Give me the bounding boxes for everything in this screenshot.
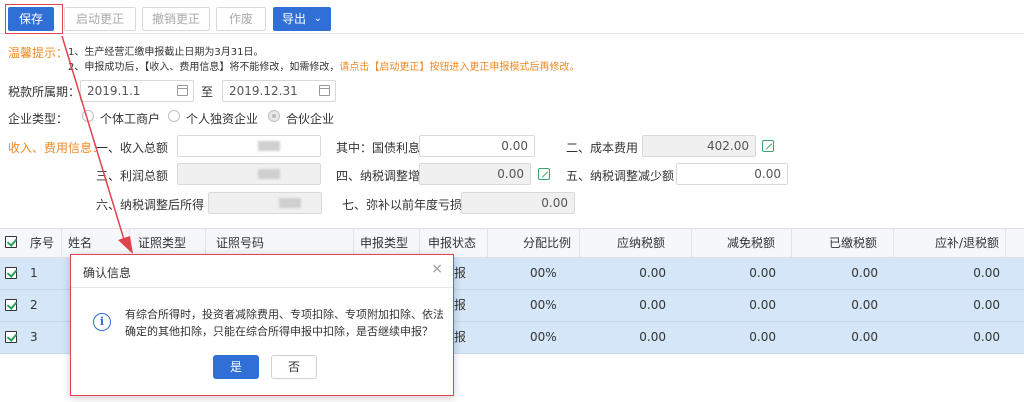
row-paid: 0.00 bbox=[851, 330, 878, 344]
period-start-value: 2019.1.1 bbox=[87, 84, 141, 98]
confirm-dialog: 确认信息 × i 有综合所得时，投资者减除费用、专项扣除、专项附加扣除、依法确定… bbox=[70, 254, 454, 396]
col-header[interactable]: 已缴税额 bbox=[792, 229, 894, 257]
tax-adj-decrease-label: 五、纳税调整减少额 bbox=[566, 169, 675, 183]
total-profit-input bbox=[177, 163, 321, 185]
cost-input: 402.00 bbox=[642, 135, 756, 157]
row-reduction: 0.00 bbox=[749, 298, 776, 312]
col-header[interactable]: 分配比例 bbox=[488, 229, 580, 257]
row-tax-due: 0.00 bbox=[639, 330, 666, 344]
dialog-message: 有综合所得时，投资者减除费用、专项扣除、专项附加扣除、依法确定的其他扣除，只能在… bbox=[125, 308, 444, 338]
row-number: 2 bbox=[30, 298, 38, 312]
chevron-down-icon: ⌄ bbox=[313, 13, 322, 24]
redacted-value bbox=[258, 169, 280, 179]
start-correction-button[interactable]: 启动更正 bbox=[64, 7, 136, 31]
redacted-value bbox=[279, 198, 301, 208]
prior-loss-label: 七、弥补以前年度亏损 bbox=[342, 198, 463, 212]
row-ratio: 00% bbox=[530, 330, 557, 344]
row-paid: 0.00 bbox=[851, 266, 878, 280]
radio-individual-business[interactable] bbox=[82, 110, 94, 122]
edit-icon[interactable] bbox=[538, 168, 550, 180]
edit-icon[interactable] bbox=[762, 140, 774, 152]
tax-adj-increase-input: 0.00 bbox=[419, 163, 531, 185]
cancel-correction-button[interactable]: 撤销更正 bbox=[142, 7, 210, 31]
row-refund: 0.00 bbox=[973, 298, 1000, 312]
yes-button[interactable]: 是 bbox=[213, 355, 259, 379]
calendar-icon[interactable] bbox=[319, 85, 330, 96]
calendar-icon[interactable] bbox=[177, 85, 188, 96]
col-header[interactable]: 序号 bbox=[24, 229, 62, 257]
income-after-adj-label: 六、纳税调整后所得 bbox=[96, 198, 205, 212]
period-to-label: 至 bbox=[201, 85, 214, 99]
dialog-divider bbox=[71, 287, 453, 288]
row-tax-due: 0.00 bbox=[639, 266, 666, 280]
cost-label: 二、成本费用 bbox=[566, 141, 639, 155]
notice-line-2: 2、申报成功后，【收入、费用信息】将不能修改，如需修改，请点击【启动更正】按钮进… bbox=[68, 58, 579, 73]
row-reduction: 0.00 bbox=[749, 266, 776, 280]
row-checkbox[interactable] bbox=[5, 299, 17, 311]
save-button-highlight bbox=[5, 4, 63, 34]
col-header[interactable]: 应补/退税额 bbox=[894, 229, 1006, 257]
close-icon[interactable]: × bbox=[431, 261, 443, 277]
void-button[interactable]: 作废 bbox=[216, 7, 266, 31]
period-end-input[interactable]: 2019.12.31 bbox=[222, 80, 336, 102]
total-profit-label: 三、利润总额 bbox=[96, 169, 169, 183]
row-number: 3 bbox=[30, 330, 38, 344]
row-reduction: 0.00 bbox=[749, 330, 776, 344]
col-header[interactable]: 应纳税额 bbox=[580, 229, 692, 257]
col-header[interactable]: 减免税额 bbox=[692, 229, 792, 257]
info-icon: i bbox=[93, 313, 111, 331]
notice-line-1: 1、生产经营汇缴申报截止日期为3月31日。 bbox=[68, 47, 264, 58]
row-status: 报 bbox=[454, 298, 467, 312]
row-ratio: 00% bbox=[530, 266, 557, 280]
col-header[interactable]: 证照号码 bbox=[206, 229, 354, 257]
radio-label-sole-proprietorship: 个人独资企业 bbox=[186, 112, 259, 126]
income-after-adj-input bbox=[208, 192, 322, 214]
period-label: 税款所属期： bbox=[8, 85, 81, 99]
row-ratio: 00% bbox=[530, 298, 557, 312]
toolbar: 保存 启动更正 撤销更正 作废 导出 ⌄ bbox=[0, 0, 1024, 34]
col-header[interactable]: 证照类型 bbox=[130, 229, 206, 257]
prior-loss-input: 0.00 bbox=[461, 192, 575, 214]
radio-label-individual-business: 个体工商户 bbox=[100, 112, 161, 126]
row-refund: 0.00 bbox=[973, 330, 1000, 344]
dialog-title: 确认信息 bbox=[83, 266, 132, 280]
row-status: 报 bbox=[454, 330, 467, 344]
period-end-value: 2019.12.31 bbox=[229, 84, 298, 98]
row-paid: 0.00 bbox=[851, 298, 878, 312]
row-checkbox[interactable] bbox=[5, 331, 17, 343]
income-section-label: 收入、费用信息： bbox=[8, 141, 105, 155]
row-refund: 0.00 bbox=[973, 266, 1000, 280]
enterprise-type-label: 企业类型： bbox=[8, 112, 69, 126]
row-number: 1 bbox=[30, 266, 38, 280]
treasury-interest-input[interactable]: 0.00 bbox=[419, 135, 535, 157]
notice-line-2-highlight: 请点击【启动更正】按钮进入更正申报模式后再修改。 bbox=[339, 62, 580, 73]
no-button[interactable]: 否 bbox=[271, 355, 317, 379]
redacted-value bbox=[258, 141, 280, 151]
total-income-input[interactable] bbox=[177, 135, 321, 157]
tax-adj-decrease-input[interactable]: 0.00 bbox=[676, 163, 788, 185]
col-header[interactable]: 申报状态 bbox=[420, 229, 488, 257]
notice-label: 温馨提示： bbox=[8, 46, 69, 60]
col-header[interactable]: 申报类型 bbox=[354, 229, 420, 257]
select-all-checkbox[interactable] bbox=[5, 236, 17, 248]
row-tax-due: 0.00 bbox=[639, 298, 666, 312]
radio-label-partnership: 合伙企业 bbox=[286, 112, 335, 126]
radio-sole-proprietorship[interactable] bbox=[168, 110, 180, 122]
total-income-label: 一、收入总额 bbox=[96, 141, 169, 155]
notice-line-2-text: 2、申报成功后，【收入、费用信息】将不能修改，如需修改， bbox=[68, 62, 340, 73]
radio-partnership[interactable] bbox=[268, 110, 280, 122]
export-label: 导出 bbox=[282, 12, 307, 26]
row-checkbox[interactable] bbox=[5, 267, 17, 279]
export-button[interactable]: 导出 ⌄ bbox=[273, 7, 331, 31]
period-start-input[interactable]: 2019.1.1 bbox=[80, 80, 194, 102]
col-header[interactable]: 姓名 bbox=[62, 229, 130, 257]
row-status: 报 bbox=[454, 266, 467, 280]
